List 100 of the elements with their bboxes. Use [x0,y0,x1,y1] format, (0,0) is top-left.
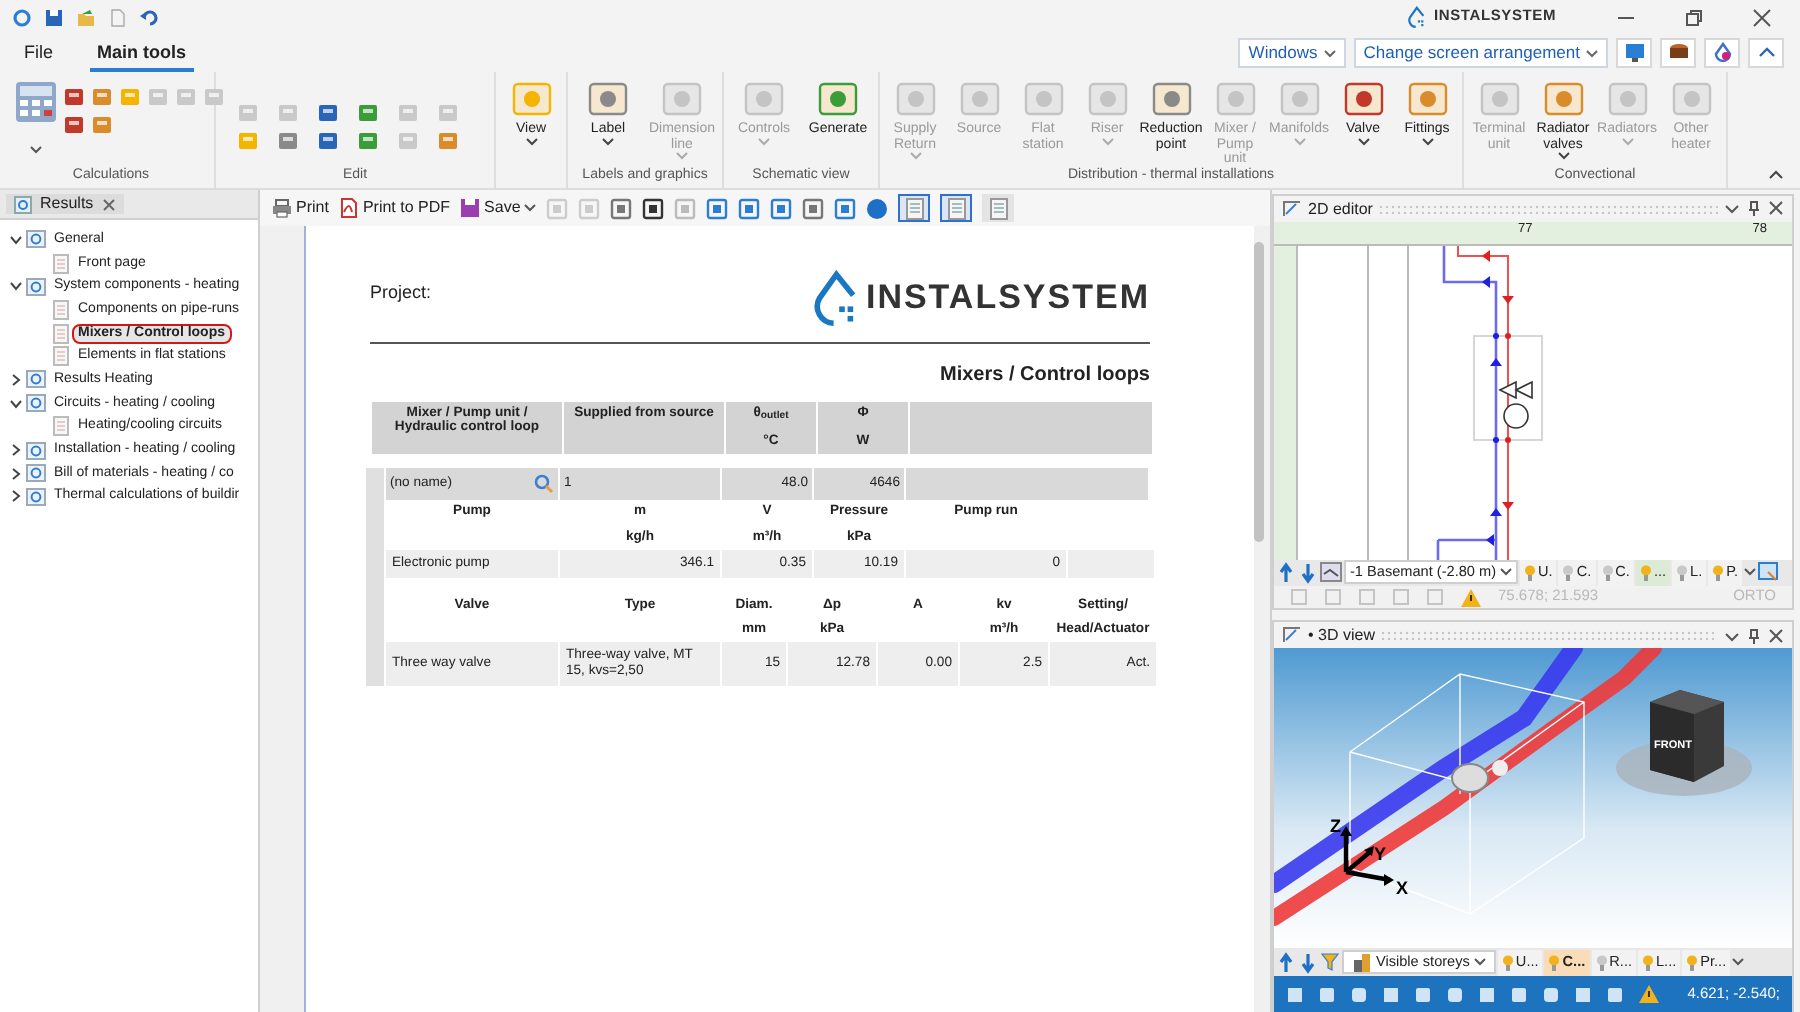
bulb-icon [1712,563,1725,582]
tool-icon[interactable] [316,130,340,152]
document-icon [52,253,70,274]
scrollbar-thumb[interactable] [1254,242,1265,542]
caret-icon [1323,49,1336,57]
close-button[interactable] [1768,200,1784,217]
view-toggle-button[interactable] [940,194,973,222]
chevron-icon[interactable] [8,231,24,248]
restore-button[interactable] [1684,7,1704,27]
tool-icon[interactable] [436,130,460,152]
caret-icon [602,137,614,146]
zoom-window-icon[interactable] [1758,562,1779,583]
calculator-button[interactable] [12,78,60,154]
pin-button[interactable] [1746,627,1762,643]
bulb-icon [1642,953,1654,971]
monitor-button[interactable] [1616,38,1652,68]
report-icon [26,277,46,296]
save-icon [460,198,481,218]
view-cube-drawing [1616,690,1752,796]
up-arrow-icon [1278,951,1294,973]
toolbar-button[interactable]: Print [272,198,329,218]
collapse-icon[interactable] [1768,168,1784,180]
close-icon[interactable] [101,197,116,211]
close-button[interactable] [1768,627,1784,643]
pin-icon [1746,200,1762,217]
caret-button[interactable] [1724,200,1740,217]
up-arrow-icon [1278,561,1294,584]
bulb-icon [1595,953,1608,971]
tool-icon[interactable] [62,114,86,136]
toolbar-button[interactable]: Print to PDF [338,198,451,218]
tool-icon[interactable] [276,130,300,152]
folder-icon [76,7,96,27]
drop-button[interactable] [1704,38,1740,68]
bulb-icon [1639,563,1652,582]
chevron-icon[interactable] [8,371,24,388]
view-toggle-button[interactable] [898,194,931,222]
close-button[interactable] [1752,7,1772,27]
pin-button[interactable] [1746,200,1762,217]
menu-tab[interactable]: Main tools [89,37,195,72]
undo-button[interactable] [140,7,160,27]
tool-icon[interactable] [356,102,380,124]
caret-button[interactable] [1724,627,1740,643]
caret-icon [525,137,537,146]
report-title: Mixers / Control loops [937,364,1150,387]
warning-icon [1638,984,1660,1004]
view-toggle-button[interactable] [982,194,1015,222]
tool-icon [738,197,761,219]
axis-label: X [1396,878,1409,898]
folder-button[interactable] [76,7,96,27]
bulb-icon [1524,563,1536,582]
panel-tab[interactable]: Results [6,194,124,214]
chevron-icon[interactable] [8,278,24,295]
report-icon [26,487,46,506]
tool-icon[interactable] [90,114,114,136]
bulb-icon [1562,563,1575,582]
tool-icon[interactable] [356,130,380,152]
bulb-icon [1601,563,1614,582]
chevron-icon[interactable] [8,465,24,482]
search-icon[interactable] [534,474,554,495]
drop-icon [1711,42,1733,64]
caret-icon [676,152,688,161]
axis-label: Y [1374,844,1387,864]
file-icon [108,7,128,27]
tool-icon[interactable] [316,102,340,124]
tool-icon [770,197,793,219]
dropdown-button[interactable]: Windows [1238,38,1346,68]
chevron-icon[interactable] [8,395,24,412]
up-arrow-button[interactable] [1276,561,1296,584]
cake-icon [1667,42,1689,64]
tool-icon [802,197,825,219]
bulb-icon [1501,953,1514,971]
tool-icon[interactable] [62,86,86,108]
house-logo-icon [1408,6,1427,28]
document-icon [52,323,70,344]
dropdown-button[interactable]: Change screen arrangement [1353,38,1608,68]
close-icon [1768,627,1784,643]
document-icon [52,346,70,367]
caret-icon [909,152,921,161]
house-logo-icon [813,270,858,326]
chevron-icon[interactable] [8,442,24,459]
cake-button[interactable] [1660,38,1696,68]
tool-icon[interactable] [90,86,114,108]
up-arrow-button[interactable] [1276,951,1296,973]
chevron-up-button[interactable] [1748,38,1784,68]
caret-icon [1421,137,1433,146]
filter-icon[interactable] [1320,952,1340,972]
toolbar-button[interactable]: Save [460,198,537,218]
refresh-button[interactable] [12,7,32,27]
bulb-icon [1686,953,1699,971]
report-icon [26,230,46,249]
caret-icon [758,137,770,146]
toolbar-button[interactable] [642,197,665,219]
down-arrow-button[interactable] [1298,561,1318,584]
down-arrow-button[interactable] [1298,951,1318,973]
chevron-icon[interactable] [8,488,24,505]
menu-tab[interactable]: File [16,37,62,72]
caret-icon [524,204,537,212]
save-button[interactable] [44,7,64,27]
tool-icon [834,197,857,219]
caret-icon [1724,200,1740,217]
